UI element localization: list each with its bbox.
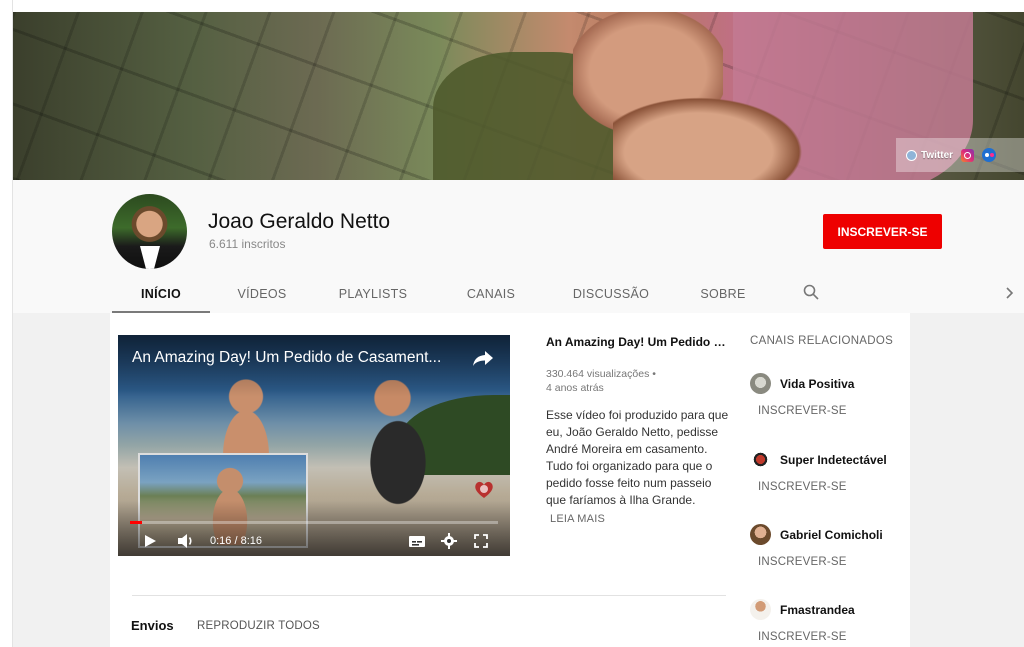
uploads-heading[interactable]: Envios — [131, 618, 174, 633]
chevron-right-icon — [1006, 287, 1014, 299]
subtitles-button[interactable] — [408, 533, 426, 554]
subscriber-count: 6.611 inscritos — [209, 237, 286, 251]
left-edge-strip — [0, 0, 13, 647]
avatar[interactable] — [750, 599, 771, 620]
banner-figure — [613, 97, 803, 180]
related-subscribe-button[interactable]: INSCREVER-SE — [758, 556, 950, 568]
play-all-button[interactable]: REPRODUZIR TODOS — [197, 620, 320, 632]
fullscreen-button[interactable] — [473, 533, 489, 554]
channel-header: Joao Geraldo Netto 6.611 inscritos INSCR… — [13, 180, 1024, 313]
twitter-icon — [906, 149, 917, 161]
heart-logo-icon — [475, 481, 493, 498]
instagram-link[interactable] — [961, 148, 975, 162]
tab-playlists[interactable]: PLAYLISTS — [333, 275, 413, 313]
view-count: 330.464 visualizações • — [546, 368, 656, 380]
avatar[interactable] — [750, 449, 771, 470]
play-icon — [145, 535, 156, 547]
instagram-icon — [961, 148, 975, 162]
video-time: 0:16 / 8:16 — [210, 535, 262, 547]
channel-avatar[interactable] — [112, 194, 187, 269]
subscribe-button[interactable]: INSCREVER-SE — [823, 214, 942, 249]
subtitles-icon — [409, 536, 425, 547]
search-icon — [803, 284, 819, 300]
related-channels: CANAIS RELACIONADOS Vida Positiva INSCRE… — [750, 335, 950, 643]
player-controls: 0:16 / 8:16 — [118, 526, 510, 556]
player-video-title[interactable]: An Amazing Day! Um Pedido de Casament... — [132, 349, 462, 367]
related-channel-item: Fmastrandea INSCREVER-SE — [750, 599, 950, 643]
settings-button[interactable] — [441, 533, 457, 554]
featured-video-description: Esse vídeo foi produzido para que eu, Jo… — [546, 408, 729, 507]
fullscreen-icon — [474, 534, 488, 548]
banner-links: Twitter — [896, 138, 1024, 172]
share-icon — [473, 351, 493, 366]
tab-videos[interactable]: VÍDEOS — [227, 275, 297, 313]
related-channel-item: Vida Positiva INSCREVER-SE — [750, 373, 950, 417]
twitter-link[interactable]: Twitter — [906, 149, 954, 161]
share-button[interactable] — [472, 349, 494, 367]
twitter-link-label: Twitter — [921, 149, 954, 161]
featured-video-title[interactable]: An Amazing Day! Um Pedido de Casamento — [546, 335, 728, 349]
related-channel-name[interactable]: Super Indetectável — [780, 453, 887, 467]
play-button[interactable] — [142, 533, 158, 554]
tab-about[interactable]: SOBRE — [693, 275, 753, 313]
channel-name: Joao Geraldo Netto — [208, 210, 391, 233]
channel-search-button[interactable] — [802, 283, 822, 303]
related-subscribe-button[interactable]: INSCREVER-SE — [758, 405, 950, 417]
gear-icon — [441, 533, 457, 549]
tab-home[interactable]: INÍCIO — [112, 275, 210, 313]
related-subscribe-button[interactable]: INSCREVER-SE — [758, 631, 950, 643]
video-progress-bar[interactable] — [130, 521, 498, 524]
featured-video-meta: 330.464 visualizações • 4 anos atrás — [546, 367, 731, 395]
video-progress-fill — [130, 521, 142, 524]
channel-banner: Twitter — [13, 12, 1024, 180]
tab-discussion[interactable]: DISCUSSÃO — [563, 275, 659, 313]
channel-tabs: INÍCIO VÍDEOS PLAYLISTS CANAIS DISCUSSÃO… — [13, 275, 1024, 313]
related-channel-name[interactable]: Fmastrandea — [780, 603, 855, 617]
flickr-icon — [982, 148, 997, 162]
tabs-next-button[interactable] — [1005, 285, 1019, 303]
volume-button[interactable] — [176, 533, 196, 554]
channel-watermark-logo[interactable] — [472, 477, 496, 501]
read-more-link[interactable]: LEIA MAIS — [550, 513, 731, 525]
related-subscribe-button[interactable]: INSCREVER-SE — [758, 481, 950, 493]
related-channel-name[interactable]: Gabriel Comicholi — [780, 528, 883, 542]
tab-channels[interactable]: CANAIS — [456, 275, 526, 313]
avatar[interactable] — [750, 373, 771, 394]
flickr-link[interactable] — [982, 148, 997, 162]
related-channel-item: Super Indetectável INSCREVER-SE — [750, 449, 950, 493]
avatar[interactable] — [750, 524, 771, 545]
related-channel-item: Gabriel Comicholi INSCREVER-SE — [750, 524, 950, 568]
related-channels-heading: CANAIS RELACIONADOS — [750, 335, 894, 347]
volume-icon — [178, 534, 192, 548]
upload-age: 4 anos atrás — [546, 382, 604, 394]
related-channel-name[interactable]: Vida Positiva — [780, 377, 854, 391]
video-player[interactable]: An Amazing Day! Um Pedido de Casament...… — [118, 335, 510, 556]
featured-video-info: An Amazing Day! Um Pedido de Casamento 3… — [546, 335, 731, 525]
section-divider — [132, 595, 726, 596]
